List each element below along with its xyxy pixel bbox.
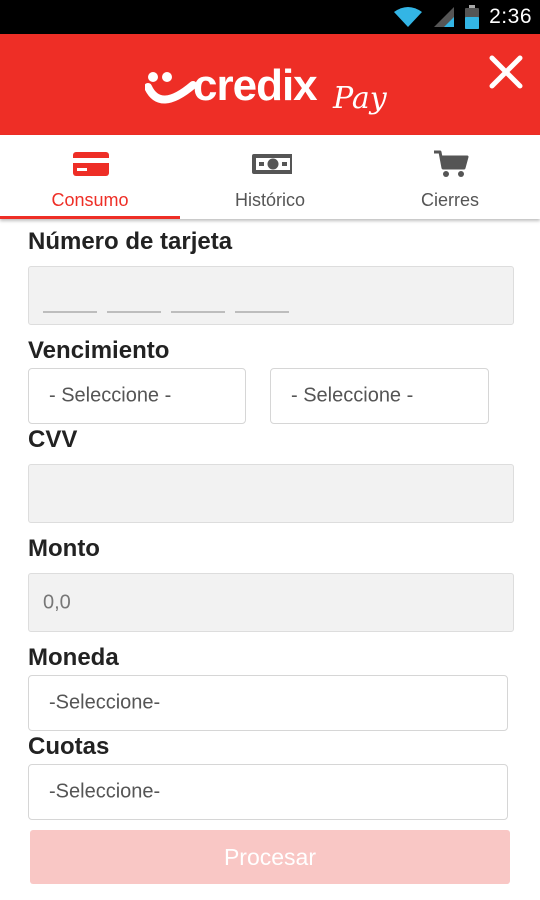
amount-label: Monto: [28, 535, 100, 562]
logo-subtext: Pay: [333, 81, 387, 116]
signal-icon: [434, 7, 455, 27]
tab-label: Consumo: [51, 190, 129, 210]
currency-value: -Seleccione-: [49, 691, 161, 714]
installments-value: -Seleccione-: [49, 780, 161, 803]
card-digit-group: [107, 289, 161, 313]
tab-bar: Consumo Histórico Cierres: [0, 135, 540, 219]
card-number-mask: [43, 289, 289, 313]
money-icon: [252, 154, 292, 174]
expiry-month-value: - Seleccione -: [49, 384, 172, 407]
cvv-label: CVV: [28, 426, 78, 453]
status-bar: 2:36: [0, 0, 540, 34]
wifi-icon: [394, 7, 423, 27]
battery-icon: [465, 5, 480, 29]
cvv-input[interactable]: [28, 464, 514, 523]
card-digit-group: [43, 289, 97, 313]
tab-historico[interactable]: Histórico: [180, 135, 360, 219]
card-digit-group: [235, 289, 289, 313]
status-time: 2:36: [489, 5, 532, 28]
card-number-label: Número de tarjeta: [28, 228, 233, 255]
expiry-year-value: - Seleccione -: [291, 384, 414, 407]
card-number-input[interactable]: [28, 266, 514, 325]
cart-icon: [434, 150, 469, 177]
status-icons: 2:36: [393, 0, 532, 34]
close-icon: [489, 55, 523, 89]
logo-text: credix: [193, 61, 318, 110]
tab-cierres[interactable]: Cierres: [360, 135, 540, 219]
credit-card-icon: [73, 152, 109, 176]
expiry-year-select[interactable]: - Seleccione -: [270, 368, 489, 424]
credix-pay-logo: credix Pay: [145, 59, 395, 119]
app-bar: credix Pay: [0, 34, 540, 135]
process-button[interactable]: Procesar: [30, 830, 510, 884]
amount-input[interactable]: 0,0: [28, 573, 514, 632]
installments-label: Cuotas: [28, 733, 110, 760]
card-digit-group: [171, 289, 225, 313]
amount-placeholder: 0,0: [43, 591, 71, 613]
currency-select[interactable]: -Seleccione-: [28, 675, 508, 731]
tab-label: Cierres: [420, 190, 479, 210]
close-button[interactable]: [486, 52, 526, 92]
expiry-month-select[interactable]: - Seleccione -: [28, 368, 246, 424]
installments-select[interactable]: -Seleccione-: [28, 764, 508, 820]
tab-label: Histórico: [234, 190, 305, 210]
currency-label: Moneda: [28, 644, 119, 671]
tab-consumo[interactable]: Consumo: [0, 135, 180, 219]
smile-logo-icon: [145, 72, 197, 104]
expiry-label: Vencimiento: [28, 337, 170, 364]
